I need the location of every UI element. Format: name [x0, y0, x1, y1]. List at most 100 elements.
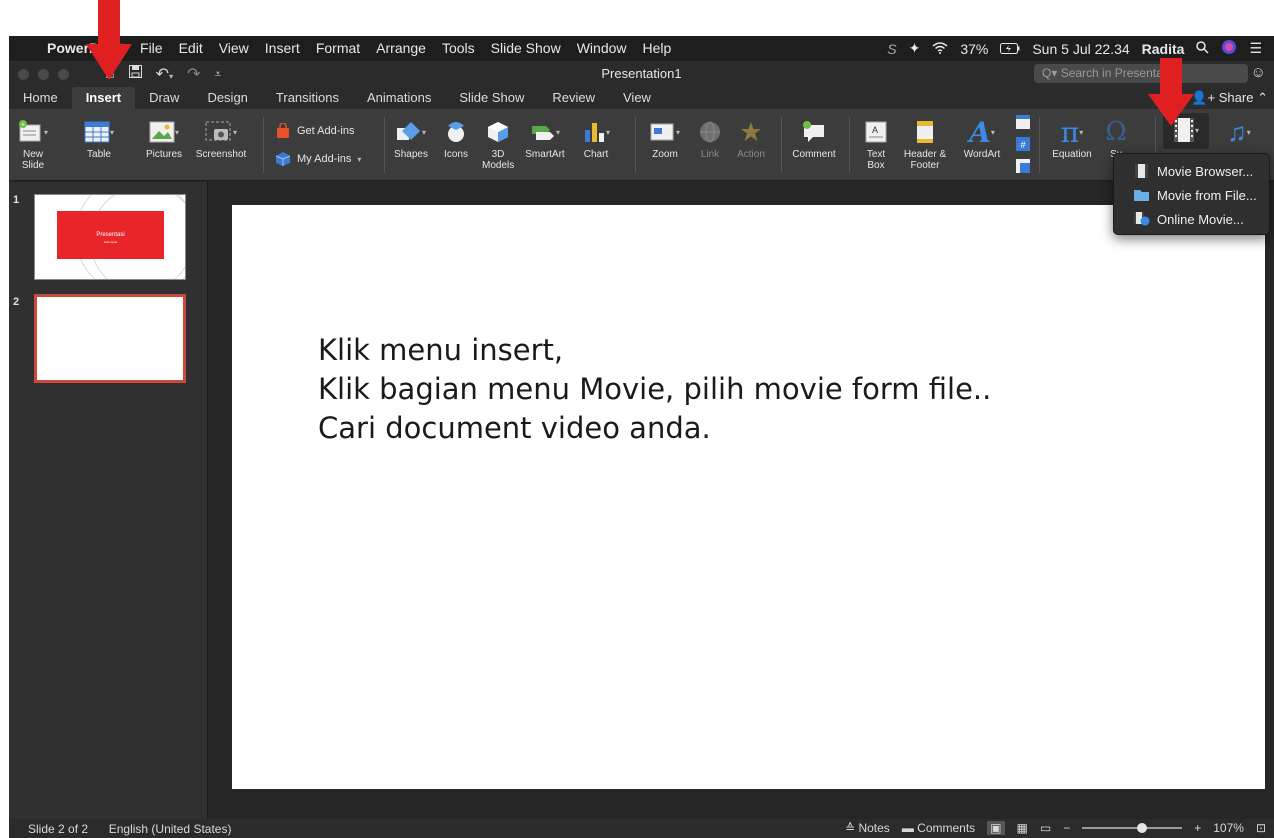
3d-cube-icon [486, 115, 510, 149]
tab-review[interactable]: Review [538, 87, 609, 109]
zoom-level[interactable]: 107% [1213, 821, 1244, 835]
menu-insert[interactable]: Insert [257, 36, 308, 61]
tab-draw[interactable]: Draw [135, 87, 193, 109]
share-label: Share [1218, 90, 1254, 105]
shapes-label: Shapes [394, 149, 428, 160]
menu-help[interactable]: Help [635, 36, 680, 61]
feedback-smiley-icon[interactable]: ☺ [1251, 64, 1266, 81]
screenshot-icon: ▾ [205, 115, 237, 149]
chart-button[interactable]: ▾ Chart [576, 115, 616, 160]
wordart-label: WordArt [963, 149, 1001, 160]
reading-view-icon[interactable]: ▭ [1040, 821, 1051, 835]
screenshot-button[interactable]: ▾ Screenshot [191, 115, 251, 160]
action-button[interactable]: Action [731, 115, 771, 160]
slide-sorter-icon[interactable]: ▦ [1017, 821, 1028, 835]
menu-edit[interactable]: Edit [171, 36, 211, 61]
icons-button[interactable]: Icons [439, 115, 473, 160]
notes-button[interactable]: ≙ Notes [845, 821, 890, 835]
audio-button[interactable]: ♫ ▾ [1219, 115, 1259, 149]
menu-bar: PowerPoint File Edit View Insert Format … [9, 36, 1274, 61]
menu-item-movie-from-file[interactable]: Movie from File... [1114, 183, 1269, 207]
menu-item-movie-browser[interactable]: Movie Browser... [1114, 159, 1269, 183]
share-person-icon: 👤+ [1191, 90, 1219, 105]
siri-icon[interactable] [1215, 39, 1243, 58]
new-slide-button[interactable]: + ▾ New Slide [13, 115, 53, 171]
tab-view[interactable]: View [609, 87, 665, 109]
my-addins-button[interactable]: My Add-ins ▾ [275, 151, 361, 167]
zoom-in-icon[interactable]: + [1194, 821, 1201, 835]
date-time-button[interactable]: # [1013, 113, 1033, 175]
tab-design[interactable]: Design [193, 87, 261, 109]
share-button[interactable]: 👤+ Share ⌃ [1191, 87, 1268, 109]
text-box-button[interactable]: A Text Box [859, 115, 893, 171]
addins-cube-icon [275, 152, 291, 166]
notes-label: Notes [858, 821, 890, 835]
menu-format[interactable]: Format [308, 36, 368, 61]
comments-button[interactable]: ▬ Comments [902, 821, 975, 835]
slide-thumbnail-2[interactable] [34, 294, 186, 383]
3d-models-button[interactable]: 3D Models [481, 115, 515, 171]
search-input[interactable]: Q▾ Search in Presentation [1034, 64, 1248, 83]
online-movie-icon [1134, 212, 1150, 226]
slide-text-line: Klik menu insert, [318, 333, 564, 367]
spotlight-search-icon[interactable] [1190, 40, 1215, 57]
chart-label: Chart [583, 149, 609, 160]
slide-text-box[interactable]: Klik menu insert, Klik bagian menu Movie… [318, 331, 991, 448]
tab-slide-show[interactable]: Slide Show [445, 87, 538, 109]
tab-insert[interactable]: Insert [71, 87, 136, 109]
language[interactable]: English (United States) [109, 822, 232, 836]
zoom-slider[interactable] [1082, 823, 1183, 833]
ribbon-divider [849, 117, 850, 173]
get-addins-button[interactable]: Get Add-ins [275, 123, 354, 139]
normal-view-icon[interactable]: ▣ [987, 821, 1005, 835]
fit-to-window-icon[interactable]: ⊡ [1256, 821, 1266, 835]
smartart-button[interactable]: ▾ SmartArt [522, 115, 568, 160]
link-button[interactable]: Link [695, 115, 725, 160]
status-s-icon[interactable]: S [881, 41, 902, 57]
ribbon-divider [1039, 117, 1040, 173]
current-slide[interactable]: Klik menu insert, Klik bagian menu Movie… [232, 205, 1265, 789]
comments-label: Comments [917, 821, 976, 835]
pictures-button[interactable]: ▾ Pictures [142, 115, 186, 160]
menu-tools[interactable]: Tools [434, 36, 483, 61]
menu-file[interactable]: File [132, 36, 171, 61]
user-name[interactable]: Radita [1136, 41, 1191, 57]
menu-item-label: Movie Browser... [1157, 163, 1254, 179]
equation-button[interactable]: π ▾ Equation [1047, 115, 1097, 160]
link-globe-icon [698, 115, 722, 149]
menu-item-online-movie[interactable]: Online Movie... [1114, 207, 1269, 231]
menu-view[interactable]: View [211, 36, 257, 61]
wifi-icon[interactable] [926, 41, 954, 57]
zoom-button[interactable]: ▾ Zoom [645, 115, 685, 160]
title-band: Presentasi Kelompok [57, 211, 164, 259]
zoom-out-icon[interactable]: − [1063, 821, 1070, 835]
text-box-icon: A [865, 115, 887, 149]
tab-animations[interactable]: Animations [353, 87, 445, 109]
header-footer-icon [915, 115, 935, 149]
shapes-button[interactable]: ▾ Shapes [391, 115, 431, 160]
wordart-button[interactable]: A ▾ WordArt [957, 115, 1007, 160]
menu-arrange[interactable]: Arrange [368, 36, 434, 61]
collapse-ribbon-icon[interactable]: ⌃ [1257, 90, 1268, 105]
battery-icon[interactable] [994, 41, 1026, 57]
table-button[interactable]: ▾ Table [79, 115, 119, 160]
tab-home[interactable]: Home [9, 87, 72, 109]
comment-button[interactable]: Comment [789, 115, 839, 160]
pictures-label: Pictures [145, 149, 183, 160]
tab-transitions[interactable]: Transitions [262, 87, 353, 109]
omega-icon: Ω [1105, 116, 1127, 147]
menu-window[interactable]: Window [569, 36, 635, 61]
chart-icon: ▾ [582, 115, 610, 149]
notification-center-icon[interactable]: ☰ [1243, 40, 1268, 57]
bluetooth-icon[interactable]: ✦ [903, 40, 927, 57]
menu-slide-show[interactable]: Slide Show [483, 36, 569, 61]
zoom-slider-thumb[interactable] [1137, 823, 1148, 833]
slide-thumbnail-1[interactable]: Presentasi Kelompok [34, 194, 186, 280]
svg-text:#: # [1020, 140, 1025, 150]
header-footer-button[interactable]: Header & Footer [897, 115, 953, 171]
comment-label: Comment [792, 149, 836, 160]
clock[interactable]: Sun 5 Jul 22.34 [1026, 41, 1135, 57]
insert-ribbon: + ▾ New Slide ▾ Table ▾ Pictures ▾ Screen… [9, 109, 1274, 181]
thumbnail-subtitle: Kelompok [103, 240, 118, 244]
slide-text-line: Klik bagian menu Movie, pilih movie form… [318, 372, 992, 406]
